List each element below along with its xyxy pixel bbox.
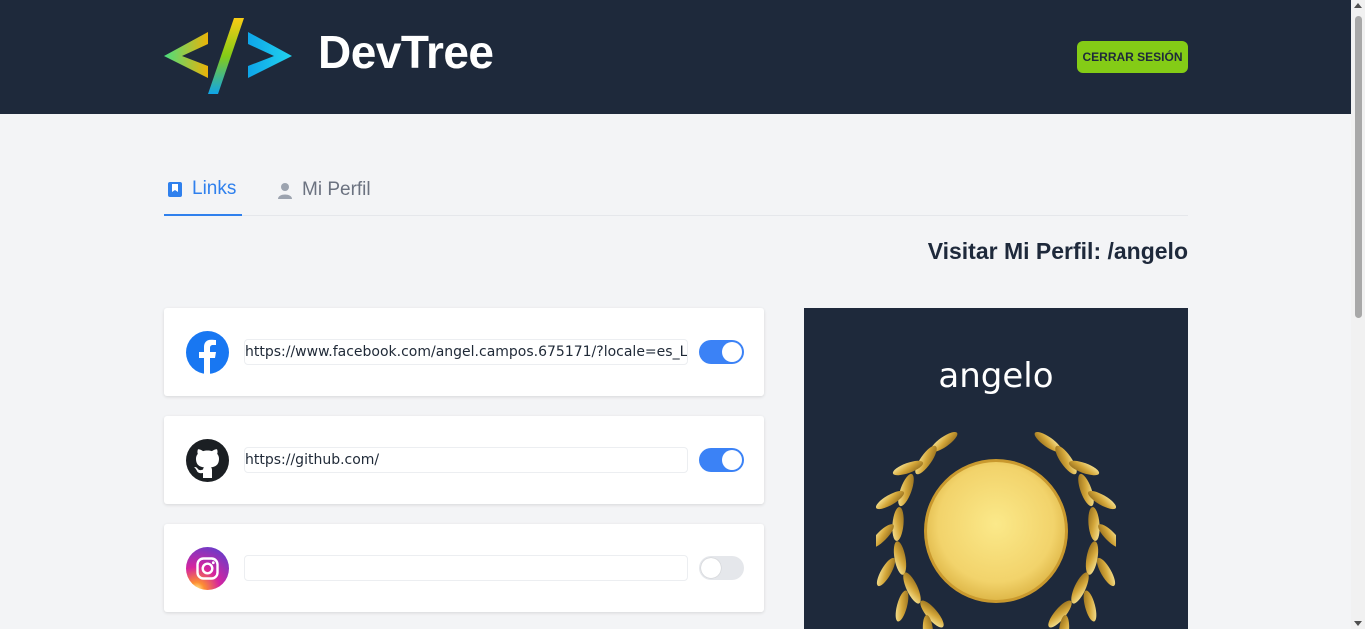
toggle-knob <box>722 342 742 362</box>
tab-profile-label: Mi Perfil <box>302 179 371 200</box>
bookmark-icon <box>168 181 182 197</box>
brand-title: DevTree <box>318 26 494 78</box>
instagram-toggle[interactable] <box>699 556 744 580</box>
github-toggle[interactable] <box>699 448 744 472</box>
scroll-up-arrow-icon[interactable] <box>1354 3 1362 8</box>
scroll-down-arrow-icon[interactable] <box>1354 621 1362 626</box>
gold-laurel-medal-icon <box>876 431 1116 629</box>
instagram-icon <box>186 547 229 590</box>
tab-profile[interactable]: Mi Perfil <box>277 164 371 216</box>
user-icon <box>278 182 292 199</box>
facebook-url-input[interactable] <box>244 339 688 365</box>
tab-bar: Links Mi Perfil <box>164 164 1188 216</box>
facebook-icon <box>186 331 229 374</box>
devtree-logo-icon[interactable] <box>164 18 294 96</box>
visit-profile-link[interactable]: Visitar Mi Perfil: /angelo <box>928 238 1188 265</box>
github-url-input[interactable] <box>244 447 688 473</box>
toggle-knob <box>722 450 742 470</box>
instagram-url-input[interactable] <box>244 555 688 581</box>
toggle-knob <box>701 558 721 578</box>
link-card-facebook <box>164 308 764 396</box>
tab-links-label: Links <box>192 178 237 199</box>
link-card-instagram <box>164 524 764 612</box>
facebook-toggle[interactable] <box>699 340 744 364</box>
page-scrollbar[interactable] <box>1351 0 1365 629</box>
preview-handle: angelo <box>938 356 1054 396</box>
logout-button[interactable]: Cerrar Sesión <box>1077 41 1188 73</box>
top-header: DevTree Cerrar Sesión <box>0 0 1351 114</box>
scroll-thumb[interactable] <box>1355 16 1362 318</box>
github-icon <box>186 439 229 482</box>
tab-links[interactable]: Links <box>164 164 242 216</box>
link-card-github <box>164 416 764 504</box>
profile-preview: angelo <box>804 308 1188 629</box>
